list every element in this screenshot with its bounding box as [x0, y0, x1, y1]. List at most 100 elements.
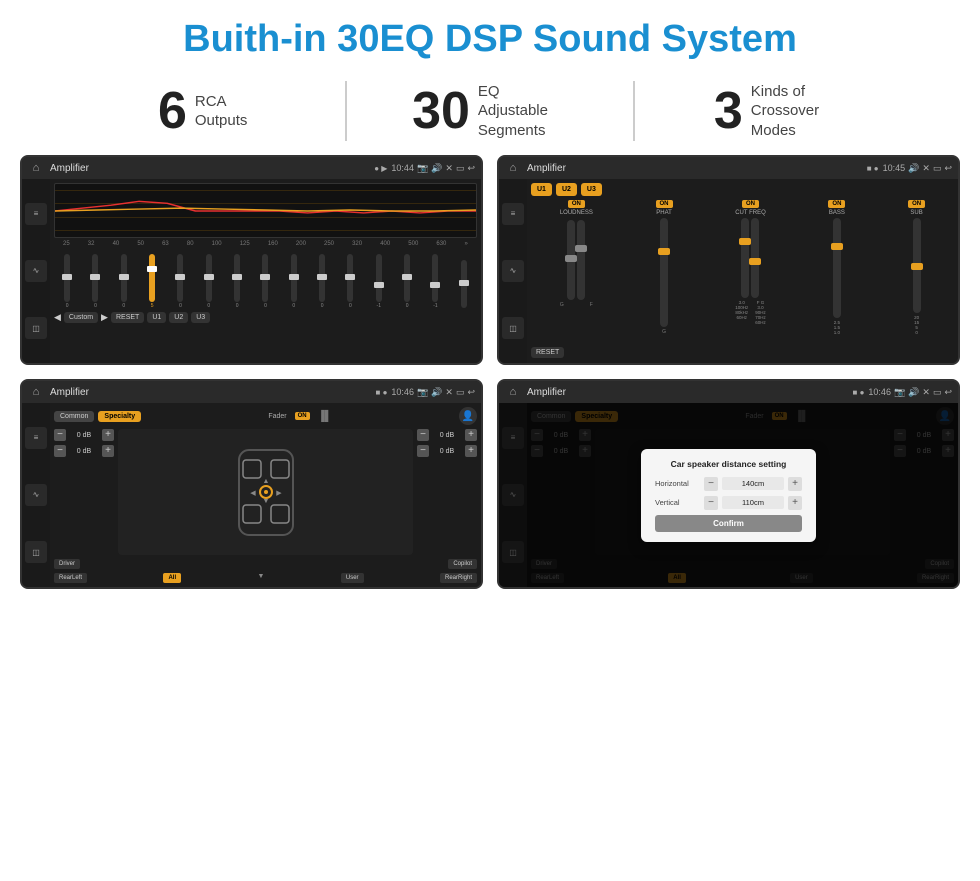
dialog-topbar: ⌂ Amplifier ■ ● 10:46 📷 🔊 ✕ ▭ ↩ [499, 381, 958, 403]
freq-80: 80 [187, 241, 194, 247]
loudness-sliders [567, 220, 585, 300]
dialog-vertical-minus[interactable]: − [704, 496, 718, 510]
loudness-label: LOUDNESS [560, 210, 593, 216]
fader-sidebar-btn-1[interactable]: ≡ [25, 427, 47, 449]
phat-slider[interactable] [660, 218, 668, 327]
sub-col: ON SUB 201550 [908, 200, 925, 335]
eq-u2-btn[interactable]: U2 [169, 312, 188, 323]
cutfreq-slider-1[interactable] [741, 218, 749, 298]
stat-eq-label: EQ Adjustable Segments [478, 82, 568, 141]
eq-u1-btn[interactable]: U1 [147, 312, 166, 323]
crossover-u1-preset[interactable]: U1 [531, 183, 552, 196]
fader-status-dots: ■ ● [376, 388, 388, 397]
fader-rl-plus[interactable]: + [102, 445, 114, 457]
eq-slider-13[interactable]: 0 [394, 254, 420, 309]
stat-eq: 30 EQ Adjustable Segments [347, 82, 632, 141]
crossover-sidebar-btn-3[interactable]: ◫ [502, 317, 524, 339]
dialog-app-name: Amplifier [527, 387, 849, 398]
freq-50: 50 [137, 241, 144, 247]
crossover-home-icon: ⌂ [505, 160, 521, 176]
dialog-rect-icon: ▭ [933, 387, 942, 398]
eq-slider-1[interactable]: 0 [54, 254, 80, 309]
page-title: Buith-in 30EQ DSP Sound System [0, 0, 980, 71]
eq-slider-11[interactable]: 0 [337, 254, 363, 309]
fader-driver-btn[interactable]: Driver [54, 559, 80, 569]
loudness-slider-2[interactable] [577, 220, 585, 300]
crossover-content: U1 U2 U3 ON LOUDNESS [527, 179, 958, 363]
crossover-topbar: ⌂ Amplifier ■ ● 10:45 🔊 ✕ ▭ ↩ [499, 157, 958, 179]
loudness-slider-1[interactable] [567, 220, 575, 300]
fader-rl-minus[interactable]: − [54, 445, 66, 457]
svg-text:▶: ▶ [276, 490, 282, 497]
crossover-cols-container: ON LOUDNESS GF [531, 200, 954, 335]
eq-slider-5[interactable]: 0 [167, 254, 193, 309]
bass-slider[interactable] [833, 218, 841, 318]
eq-slider-15[interactable] [451, 260, 477, 309]
fader-copilot-btn[interactable]: Copilot [448, 559, 477, 569]
fader-sidebar-btn-2[interactable]: ∿ [25, 484, 47, 506]
crossover-sidebar-btn-2[interactable]: ∿ [502, 260, 524, 282]
crossover-sidebar-btn-1[interactable]: ≡ [502, 203, 524, 225]
crossover-u2-preset[interactable]: U2 [556, 183, 577, 196]
fader-fr-minus[interactable]: − [417, 429, 429, 441]
fader-time: 10:46 [391, 387, 414, 397]
car-svg: ▲ ▼ ◀ ▶ [231, 445, 301, 540]
fader-all-btn[interactable]: All [163, 573, 181, 583]
fader-rearleft-btn[interactable]: RearLeft [54, 573, 87, 583]
fader-rr-minus[interactable]: − [417, 445, 429, 457]
fader-sidebar-btn-3[interactable]: ◫ [25, 541, 47, 563]
crossover-time: 10:45 [883, 163, 906, 173]
fader-control-fl: − 0 dB + [54, 429, 114, 441]
cutfreq-freq-labels: 3.0100Hz80kHz60Hz [735, 300, 748, 325]
fader-main-area: − 0 dB + − 0 dB + [54, 429, 477, 555]
cutfreq-slider-2[interactable] [751, 218, 759, 298]
eq-slider-6[interactable]: 0 [196, 254, 222, 309]
dialog-confirm-button[interactable]: Confirm [655, 515, 802, 532]
eq-slider-3[interactable]: 0 [111, 254, 137, 309]
fader-fr-plus[interactable]: + [465, 429, 477, 441]
fader-fl-plus[interactable]: + [102, 429, 114, 441]
eq-slider-14[interactable]: -1 [422, 254, 448, 309]
eq-slider-7[interactable]: 0 [224, 254, 250, 309]
fader-person-icon: 👤 [459, 407, 477, 425]
eq-sidebar-btn-3[interactable]: ◫ [25, 317, 47, 339]
eq-next-btn[interactable]: ▶ [101, 312, 108, 323]
eq-slider-8[interactable]: 0 [252, 254, 278, 309]
crossover-reset-btn[interactable]: RESET [531, 347, 564, 358]
eq-slider-10[interactable]: 0 [309, 254, 335, 309]
home-icon: ⌂ [28, 160, 44, 176]
eq-prev-btn[interactable]: ◀ [54, 312, 61, 323]
fader-rl-val: 0 dB [68, 448, 100, 455]
fader-user-btn[interactable]: User [341, 573, 364, 583]
eq-sidebar-btn-1[interactable]: ≡ [25, 203, 47, 225]
stat-crossover: 3 Kinds of Crossover Modes [635, 82, 920, 141]
sub-on-badge: ON [908, 200, 925, 208]
fader-status-icons: 10:46 📷 🔊 ✕ ▭ ↩ [391, 387, 475, 398]
sub-label: SUB [910, 210, 922, 216]
eq-reset-btn[interactable]: RESET [111, 312, 144, 323]
sub-slider[interactable] [913, 218, 921, 313]
eq-sidebar: ≡ ∿ ◫ [22, 179, 50, 363]
eq-mode-btn[interactable]: Custom [64, 312, 98, 323]
fader-rr-plus[interactable]: + [465, 445, 477, 457]
dialog-horizontal-minus[interactable]: − [704, 477, 718, 491]
eq-slider-4[interactable]: 5 [139, 254, 165, 309]
cutfreq-range: 3.0100Hz80kHz60Hz F G3.090Hz70Hz60Hz [735, 300, 766, 325]
eq-u3-btn[interactable]: U3 [191, 312, 210, 323]
fader-fl-minus[interactable]: − [54, 429, 66, 441]
fader-rearright-btn[interactable]: RearRight [440, 573, 477, 583]
phat-val: G [662, 329, 666, 335]
eq-sidebar-btn-2[interactable]: ∿ [25, 260, 47, 282]
eq-slider-12[interactable]: -1 [366, 254, 392, 309]
fader-common-btn[interactable]: Common [54, 411, 94, 422]
fader-specialty-btn[interactable]: Specialty [98, 411, 141, 422]
eq-slider-9[interactable]: 0 [281, 254, 307, 309]
crossover-u3-preset[interactable]: U3 [581, 183, 602, 196]
dialog-horizontal-plus[interactable]: + [788, 477, 802, 491]
freq-400: 400 [380, 241, 390, 247]
cutfreq-sliders [741, 218, 759, 298]
eq-slider-2[interactable]: 0 [82, 254, 108, 309]
eq-curve-svg [55, 184, 476, 237]
dialog-vertical-plus[interactable]: + [788, 496, 802, 510]
freq-630: 630 [436, 241, 446, 247]
